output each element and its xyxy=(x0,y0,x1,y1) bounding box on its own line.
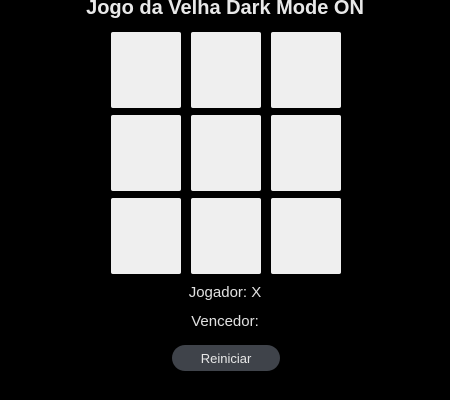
board-cell-4[interactable] xyxy=(111,115,181,191)
current-player-value: X xyxy=(251,284,262,301)
board-cell-5[interactable] xyxy=(191,115,261,191)
page-title: Jogo da Velha Dark Mode ON xyxy=(86,0,364,19)
board-cell-7[interactable] xyxy=(111,198,181,274)
board-cell-1[interactable] xyxy=(111,32,181,108)
game-board xyxy=(111,32,341,274)
current-player-label: Jogador: xyxy=(188,284,248,301)
board-cell-9[interactable] xyxy=(271,198,341,274)
board-cell-3[interactable] xyxy=(271,32,341,108)
board-cell-2[interactable] xyxy=(191,32,261,108)
board-cell-8[interactable] xyxy=(191,198,261,274)
current-player-status: Jogador: X xyxy=(0,284,450,301)
winner-status: Vencedor: xyxy=(0,313,450,330)
board-cell-6[interactable] xyxy=(271,115,341,191)
winner-label: Vencedor: xyxy=(191,313,259,330)
game-page: Jogo da Velha Dark Mode ON Jogador: X Ve… xyxy=(0,0,450,400)
restart-button[interactable]: Reiniciar xyxy=(172,345,280,371)
